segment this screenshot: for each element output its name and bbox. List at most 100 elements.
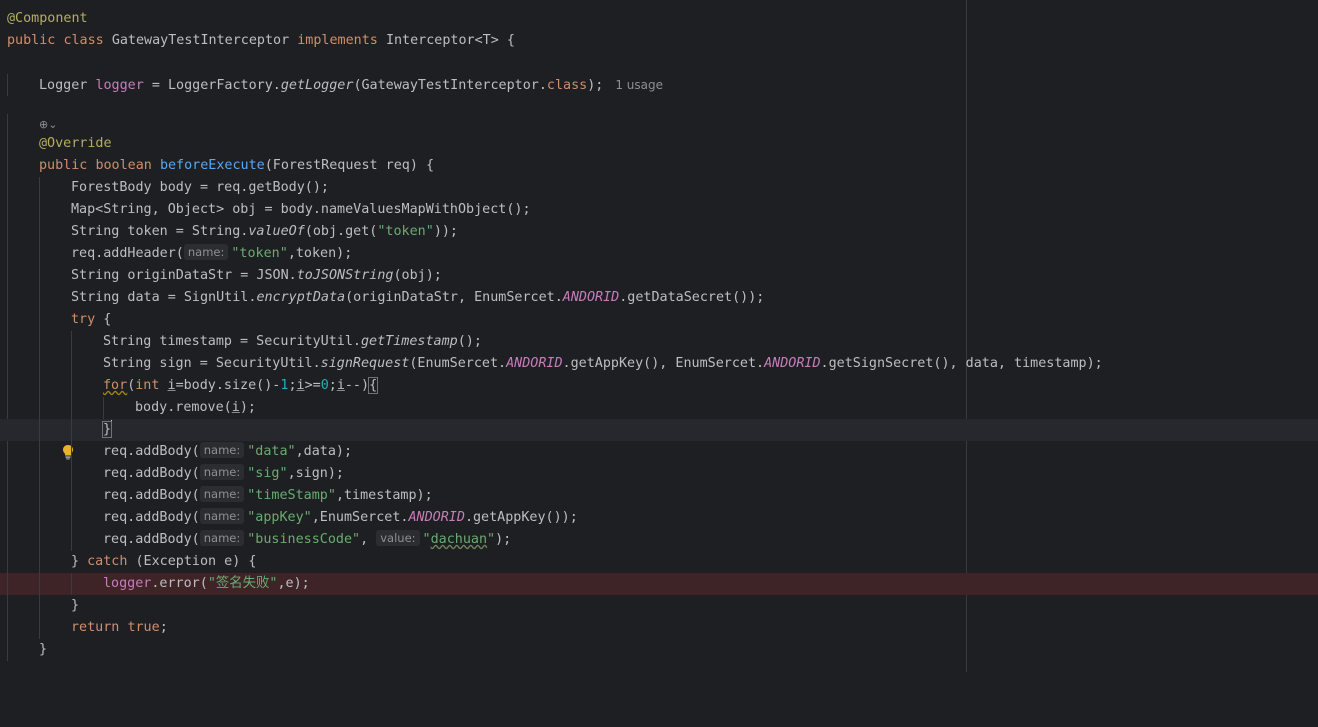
code-line[interactable]: } [0,595,1318,617]
code-text: req.addBody( [103,488,200,503]
code-line[interactable]: } [0,639,1318,661]
parameter-hint: name: [199,464,245,480]
code-text: } [71,598,80,613]
static-method: getTimestamp [360,334,458,349]
code-text: (GatewayTestInterceptor. [353,78,547,93]
keyword: int [135,378,160,393]
type-name: Logger [39,78,88,93]
static-method: signRequest [320,356,410,371]
string-literal: "appKey" [247,510,312,525]
code-text: req.addBody( [103,532,200,547]
string-literal: " [487,532,496,547]
code-line[interactable]: body.remove(i); [0,397,1318,419]
code-line[interactable]: Logger logger = LoggerFactory.getLogger(… [0,74,1318,96]
code-text: (EnumSercet. [409,356,507,371]
string-literal: "token" [231,246,288,261]
enum-constant: ANDORID [506,356,563,371]
text-caret [111,420,113,436]
code-text: >= [304,378,321,393]
code-line[interactable]: req.addBody(name: "businessCode", value: "… [0,529,1318,551]
string-literal: "businessCode" [247,532,361,547]
code-text: (ForestRequest req) { [264,158,435,173]
code-line[interactable]: String originDataStr = JSON.toJSONString… [0,265,1318,287]
code-text: .error( [151,576,208,591]
string-literal: "token" [377,224,434,239]
code-text: ,sign); [287,466,344,481]
code-line[interactable]: @Override [0,133,1318,155]
code-line[interactable]: Map<String, Object> obj = body.nameValue… [0,199,1318,221]
code-line[interactable]: } catch (Exception e) { [0,551,1318,573]
loop-variable: i [167,378,176,393]
code-line[interactable]: req.addBody(name: "sig",sign); [0,463,1318,485]
code-text: Map<String, Object> obj = body.nameValue… [71,202,531,217]
code-line[interactable]: req.addBody(name: "timeStamp",timestamp); [0,485,1318,507]
parameter-hint: name: [183,244,229,260]
code-text: body.remove( [135,400,232,415]
code-text: { [95,312,112,327]
code-line[interactable]: public class GatewayTestInterceptor impl… [0,30,1318,52]
code-line[interactable]: String token = String.valueOf(obj.get("t… [0,221,1318,243]
keyword: for [103,378,128,393]
code-line[interactable]: ForestBody body = req.getBody(); [0,177,1318,199]
code-text: , [360,532,377,547]
keyword: catch [87,554,128,569]
code-line[interactable]: String timestamp = SecurityUtil.getTimes… [0,331,1318,353]
code-text: .getDataSecret()); [619,290,765,305]
current-line[interactable]: } [0,419,1318,460]
keyword: return [71,620,120,635]
static-method: toJSONString [296,268,394,283]
static-method: encryptData [256,290,346,305]
code-editor[interactable]: @Component public class GatewayTestInter… [0,0,1318,672]
code-text: req.addBody( [103,466,200,481]
code-text: ForestBody body = req.getBody(); [71,180,329,195]
code-line[interactable]: req.addBody(name: "data",data); [0,441,1318,463]
string-literal: "timeStamp" [247,488,336,503]
code-text: } [71,554,88,569]
code-line[interactable]: String data = SignUtil.encryptData(origi… [0,287,1318,309]
code-text: .getSignSecret(), data, timestamp); [820,356,1103,371]
code-text: ,token); [287,246,353,261]
code-line[interactable]: String sign = SecurityUtil.signRequest(E… [0,353,1318,375]
code-text: ; [288,378,297,393]
code-text: ,EnumSercet. [311,510,409,525]
code-text: .getAppKey()); [464,510,578,525]
code-line[interactable]: return true; [0,617,1318,639]
code-text: String token = String. [71,224,249,239]
lightbulb-icon[interactable] [13,422,74,460]
string-literal: "data" [247,444,296,459]
parameter-hint: name: [199,442,245,458]
static-method: getLogger [280,78,354,93]
code-line[interactable]: @Component [0,8,1318,30]
enum-constant: ANDORID [408,510,465,525]
code-text: =body.size()- [175,378,281,393]
matched-brace: } [101,421,113,438]
code-line[interactable]: for(int i=body.size()-1;i>=0;i--){ [0,375,1318,397]
annotation-component: @Component [7,11,88,26]
keyword: class [546,78,588,93]
code-text: (originDataStr, EnumSercet. [345,290,563,305]
code-text: = LoggerFactory. [143,78,281,93]
code-line[interactable]: req.addHeader(name: "token",token); [0,243,1318,265]
usage-hint[interactable]: 1 usage [615,78,663,92]
code-text: ,e); [277,576,310,591]
code-text: ; [159,620,168,635]
keyword: implements [297,33,378,48]
breakpoint-line[interactable]: logger.error("签名失败",e); [0,573,1318,595]
code-line[interactable]: public boolean beforeExecute(ForestReque… [0,155,1318,177]
code-text: (obj); [393,268,442,283]
parameter-hint: name: [199,486,245,502]
code-text: String timestamp = SecurityUtil. [103,334,361,349]
code-text: (Exception e) { [127,554,257,569]
parameter-hint: value: [376,530,420,546]
override-gutter-icon[interactable]: ⊕⌄ [39,118,57,131]
string-literal: "sig" [247,466,288,481]
code-text: )); [433,224,458,239]
code-line[interactable]: req.addBody(name: "appKey",EnumSercet.AND… [0,507,1318,529]
loop-variable: i [336,378,345,393]
parameter-hint: name: [199,530,245,546]
string-literal: dachuan [430,532,488,547]
parameter-hint: name: [199,508,245,524]
code-text: ; [328,378,337,393]
loop-variable: i [296,378,305,393]
code-line[interactable]: try { [0,309,1318,331]
